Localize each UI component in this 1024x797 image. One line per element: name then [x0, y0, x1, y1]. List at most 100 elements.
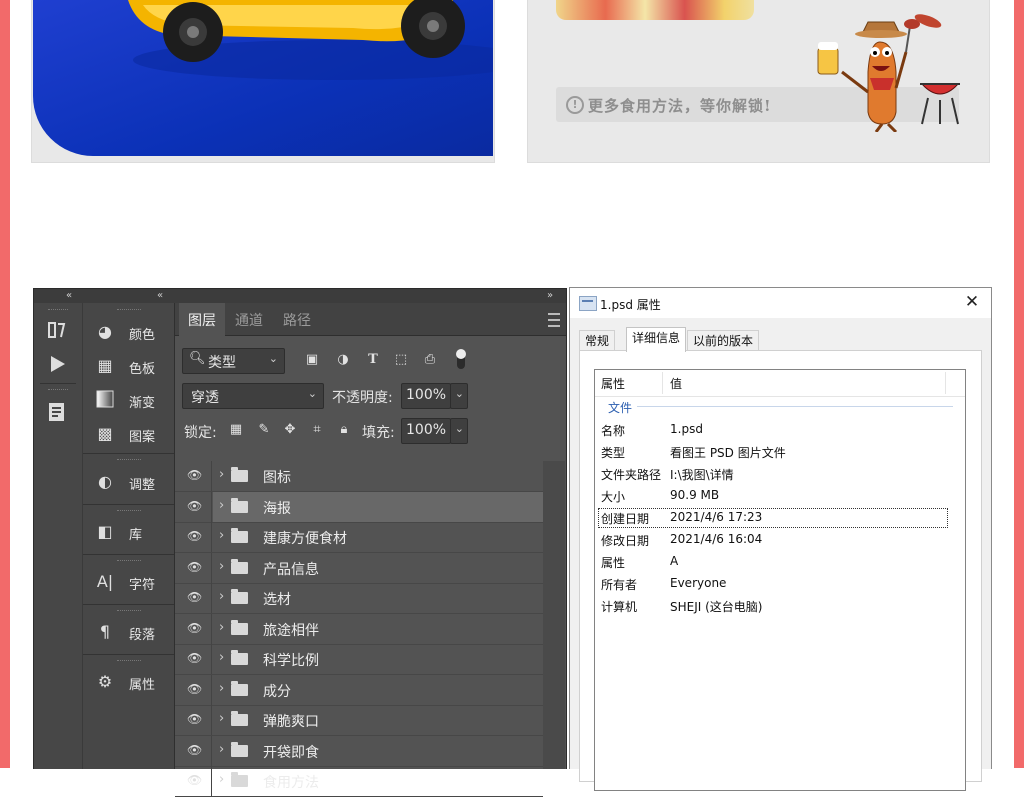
layer-row[interactable]: 👁︎ › 产品信息: [175, 552, 543, 584]
layer-list-scrollbar[interactable]: [543, 461, 565, 769]
chevron-right-icon[interactable]: ›: [219, 559, 224, 574]
adjustment-filter-icon[interactable]: ◑: [335, 352, 351, 368]
panel-gradient[interactable]: 渐变: [83, 385, 174, 415]
property-value[interactable]: Everyone: [670, 576, 726, 590]
chevron-right-icon[interactable]: ›: [219, 467, 224, 482]
layer-row[interactable]: 👁︎ › 食用方法: [175, 766, 543, 797]
eye-icon[interactable]: 👁︎: [187, 591, 202, 603]
property-name[interactable]: 文件夹路径: [601, 466, 661, 483]
eye-icon[interactable]: 👁︎: [187, 744, 202, 756]
layer-row[interactable]: 👁︎ › 图标: [175, 461, 543, 492]
chevron-right-icon[interactable]: ›: [219, 742, 224, 757]
blend-mode-dropdown[interactable]: 穿透 ⌄: [182, 383, 324, 409]
type-filter-icon[interactable]: T: [365, 352, 381, 368]
tab-channels[interactable]: 通道: [235, 310, 263, 330]
opacity-slider-button[interactable]: ⌄: [450, 383, 468, 409]
layer-row[interactable]: 👁︎ › 开袋即食: [175, 735, 543, 767]
chevron-right-icon[interactable]: ›: [219, 620, 224, 635]
eye-icon[interactable]: 👁︎: [187, 713, 202, 725]
filter-kind-dropdown[interactable]: 🔍︎ 类型 ⌄: [182, 348, 285, 374]
layer-row[interactable]: 👁︎ › 科学比例: [175, 644, 543, 675]
property-value[interactable]: 2021/4/6 16:04: [670, 532, 762, 546]
panel-color[interactable]: ◕ 颜色: [83, 317, 174, 347]
tab-previous-versions[interactable]: 以前的版本: [687, 330, 760, 351]
panel-adjustments[interactable]: ◐ 调整: [83, 467, 174, 497]
eye-icon[interactable]: 👁︎: [187, 622, 202, 634]
eye-icon[interactable]: 👁︎: [187, 652, 202, 664]
grip: [117, 459, 141, 463]
collapse-left-button[interactable]: «: [66, 289, 72, 302]
header-property[interactable]: 属性: [601, 375, 625, 392]
property-name[interactable]: 类型: [601, 444, 625, 461]
fill-input[interactable]: 100%: [401, 418, 451, 444]
panel-properties[interactable]: ⚙ 属性: [83, 667, 174, 697]
panel-libraries[interactable]: ◧ 库: [83, 517, 174, 547]
smart-object-filter-icon[interactable]: ⎙: [422, 352, 438, 368]
lock-artboard-icon[interactable]: ⌗: [309, 422, 325, 438]
property-value[interactable]: 90.9 MB: [670, 488, 719, 502]
chevron-right-icon[interactable]: ›: [219, 589, 224, 604]
fill-label: 填充:: [362, 425, 395, 441]
property-value[interactable]: 2021/4/6 17:23: [670, 510, 762, 524]
history-brush-icon[interactable]: [46, 319, 68, 341]
folder-icon: [231, 741, 248, 757]
eye-icon[interactable]: 👁︎: [187, 469, 202, 481]
notes-icon[interactable]: [46, 401, 68, 423]
layer-row[interactable]: 👁︎ › 海报: [175, 491, 543, 523]
tab-layers[interactable]: 图层: [188, 310, 216, 330]
layer-row[interactable]: 👁︎ › 选材: [175, 583, 543, 614]
tab-general[interactable]: 常规: [579, 330, 616, 351]
tab-details[interactable]: 详细信息: [626, 327, 687, 352]
eye-icon[interactable]: 👁︎: [187, 500, 202, 512]
layer-row[interactable]: 👁︎ › 弹脆爽口: [175, 705, 543, 736]
property-name[interactable]: 大小: [601, 488, 625, 505]
panel-menu-icon[interactable]: [548, 313, 560, 327]
play-icon[interactable]: [46, 353, 68, 375]
chevron-right-icon[interactable]: ›: [219, 528, 224, 543]
property-value[interactable]: 看图王 PSD 图片文件: [670, 444, 786, 461]
panel-character[interactable]: A| 字符: [83, 567, 174, 597]
collapse-mid-button[interactable]: «: [157, 289, 163, 302]
shape-filter-icon[interactable]: ⬚: [393, 352, 409, 368]
lock-pixels-brush-icon[interactable]: ✎: [256, 422, 272, 438]
chevron-right-icon[interactable]: ›: [219, 772, 224, 787]
lock-position-move-icon[interactable]: ✥: [282, 422, 298, 438]
chevron-right-icon[interactable]: ›: [219, 498, 224, 513]
header-separator[interactable]: [945, 372, 946, 394]
panel-patterns[interactable]: ▩ 图案: [83, 419, 174, 449]
lock-all-icon[interactable]: 🔒︎: [336, 422, 352, 438]
chevron-right-icon[interactable]: ›: [219, 681, 224, 696]
property-name[interactable]: 创建日期: [601, 510, 649, 527]
eye-icon[interactable]: 👁︎: [187, 774, 202, 786]
panel-paragraph[interactable]: ¶ 段落: [83, 617, 174, 647]
header-value[interactable]: 值: [670, 375, 682, 392]
image-filter-icon[interactable]: ▣: [304, 352, 320, 368]
layer-row[interactable]: 👁︎ › 旅途相伴: [175, 613, 543, 645]
property-value[interactable]: 1.psd: [670, 422, 703, 436]
layer-row[interactable]: 👁︎ › 建康方便食材: [175, 522, 543, 553]
filter-toggle[interactable]: [456, 349, 466, 369]
property-value[interactable]: SHEJI (这台电脑): [670, 598, 762, 615]
eye-icon[interactable]: 👁︎: [187, 683, 202, 695]
lock-transparency-icon[interactable]: ▦: [228, 422, 244, 438]
eye-icon[interactable]: 👁︎: [187, 530, 202, 542]
property-value[interactable]: I:\我图\详情: [670, 466, 734, 483]
eye-icon[interactable]: 👁︎: [187, 561, 202, 573]
layer-name: 选材: [263, 592, 291, 608]
property-name[interactable]: 计算机: [601, 598, 637, 615]
opacity-input[interactable]: 100%: [401, 383, 451, 409]
panel-swatches[interactable]: ▦ 色板: [83, 351, 174, 381]
expand-right-button[interactable]: »: [547, 289, 553, 302]
property-value[interactable]: A: [670, 554, 678, 568]
layer-row[interactable]: 👁︎ › 成分: [175, 674, 543, 706]
close-button[interactable]: ✕: [962, 292, 982, 312]
chevron-right-icon[interactable]: ›: [219, 650, 224, 665]
property-name[interactable]: 属性: [601, 554, 625, 571]
property-name[interactable]: 修改日期: [601, 532, 649, 549]
property-name[interactable]: 所有者: [601, 576, 637, 593]
chevron-right-icon[interactable]: ›: [219, 711, 224, 726]
header-separator[interactable]: [662, 372, 663, 394]
property-name[interactable]: 名称: [601, 422, 625, 439]
tab-paths[interactable]: 路径: [283, 310, 311, 330]
fill-slider-button[interactable]: ⌄: [450, 418, 468, 444]
